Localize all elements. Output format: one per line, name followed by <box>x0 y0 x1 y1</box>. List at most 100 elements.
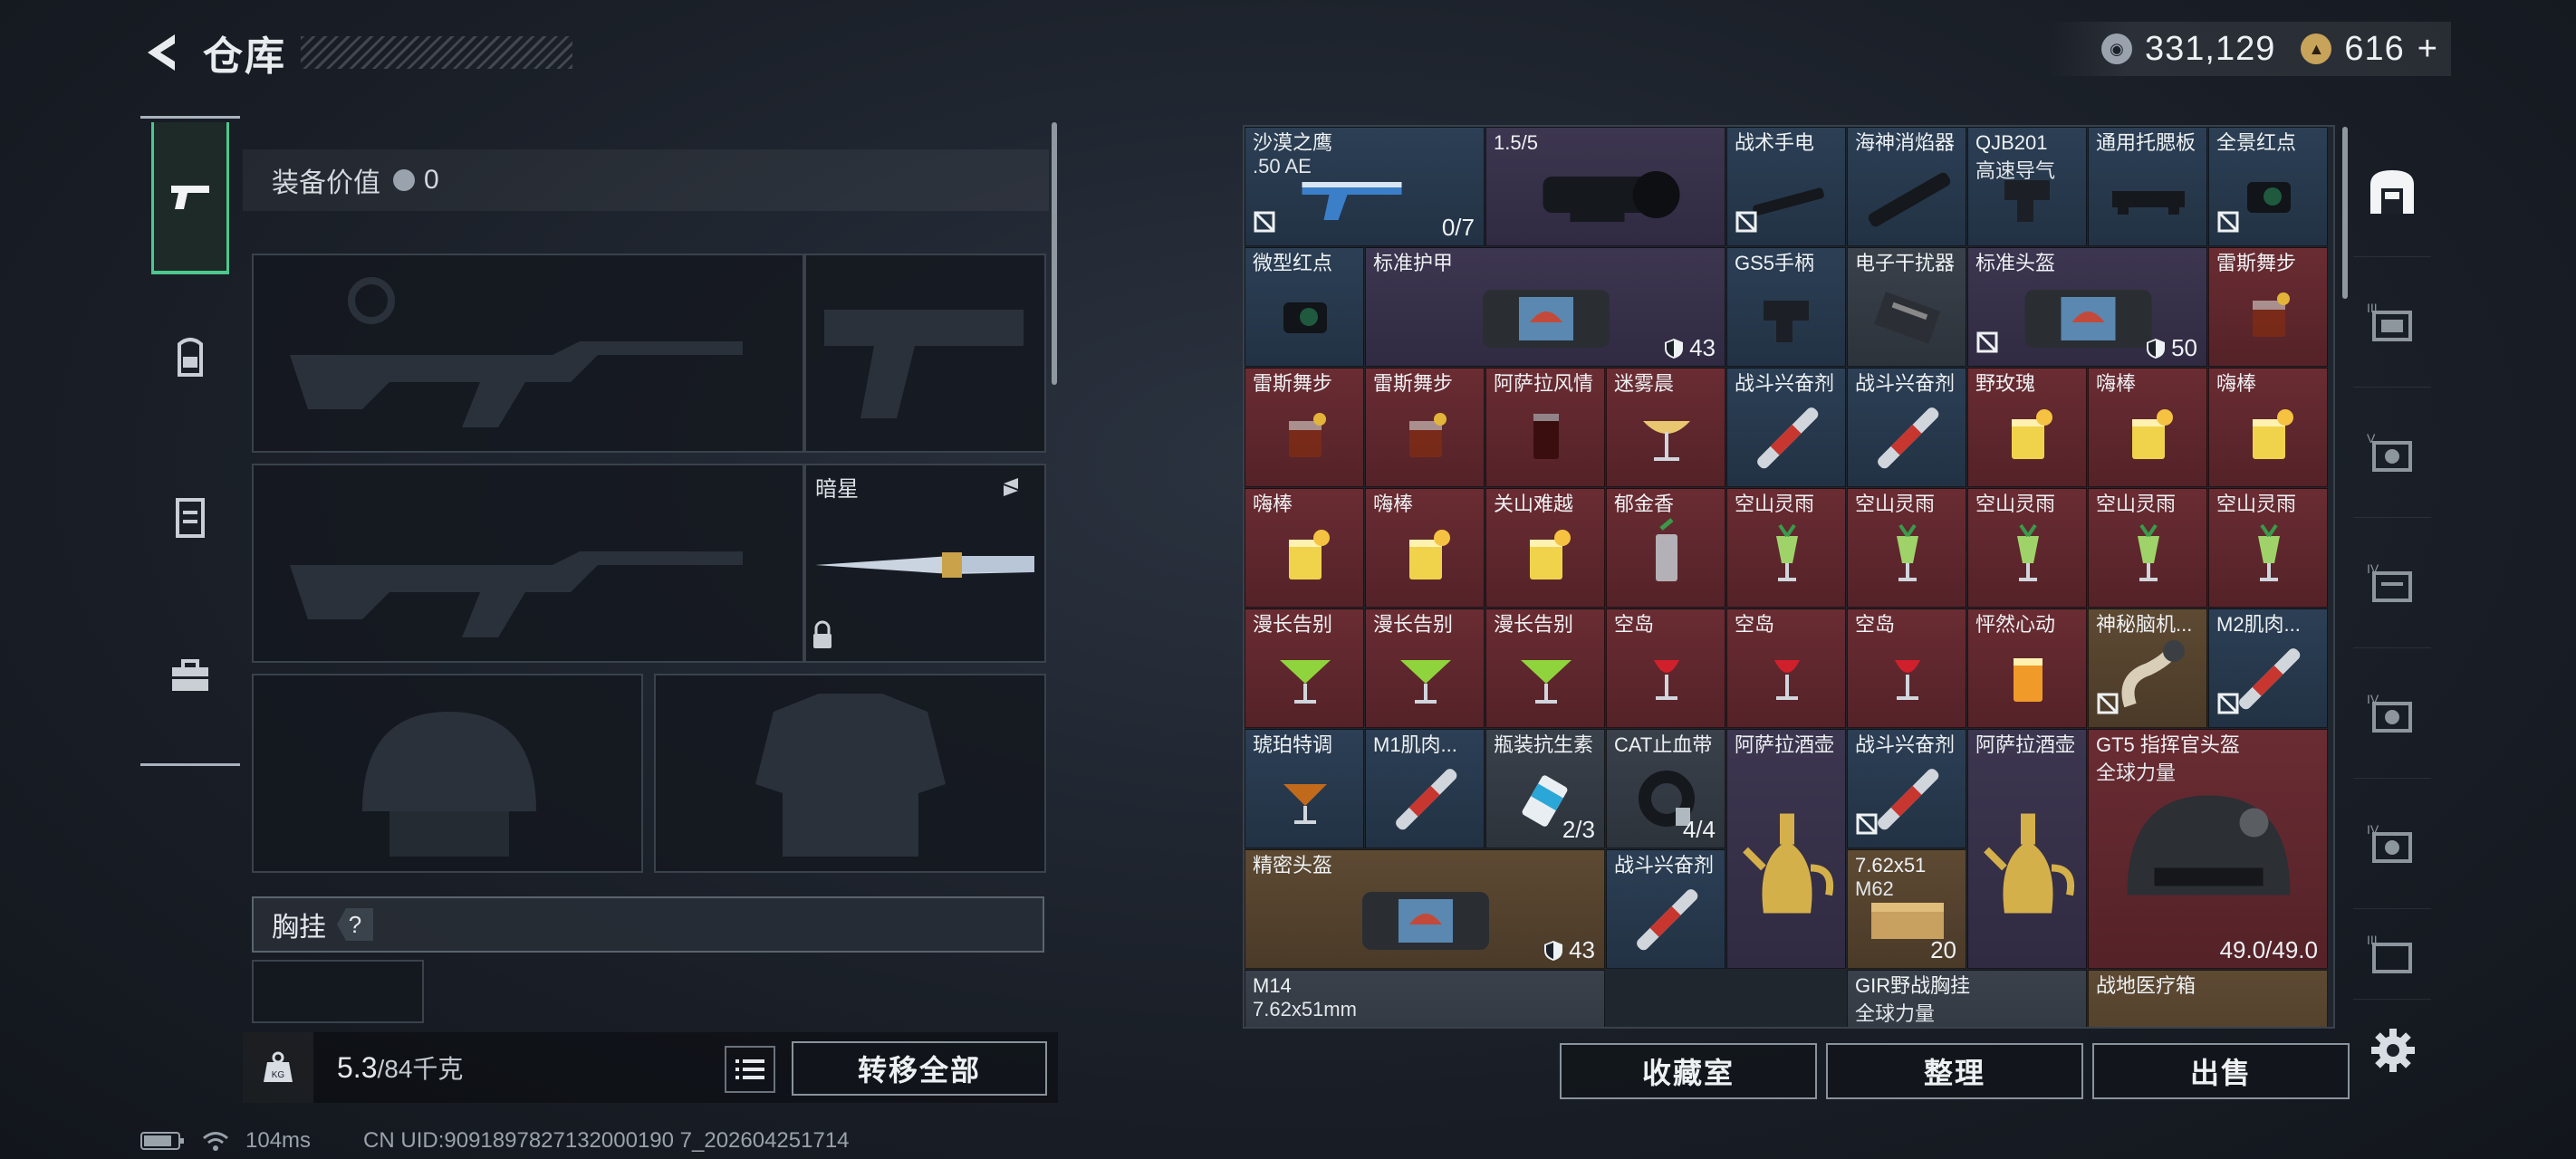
inventory-item[interactable]: 空山灵雨 <box>1726 488 1846 608</box>
storage-tab-5[interactable]: V <box>2353 388 2431 518</box>
inventory-item[interactable]: 空山灵雨 <box>2088 488 2207 608</box>
inventory-item[interactable]: 阿萨拉酒壶 <box>1967 729 2087 969</box>
settings-button[interactable] <box>2368 1025 2418 1076</box>
inventory-item[interactable]: 空山灵雨 <box>2208 488 2328 608</box>
inventory-item[interactable]: M1肌肉... <box>1365 729 1485 848</box>
item-armor: 43 <box>1543 936 1595 964</box>
item-subtitle: 全球力量 <box>1855 1002 1936 1025</box>
chest-rig-header[interactable]: 胸挂 ? <box>252 896 1044 953</box>
inventory-item[interactable]: 1.5/5 <box>1485 127 1725 246</box>
armor-value: 43 <box>1689 334 1716 361</box>
inventory-item[interactable]: GT5 指挥官头盔 全球力量 49.0/49.0 <box>2088 729 2328 969</box>
inventory-item[interactable]: 沙漠之鹰 .50 AE 0/7 <box>1245 127 1485 246</box>
inventory-item[interactable]: 微型红点 <box>1245 247 1364 367</box>
item-name: 空岛 <box>1735 613 1775 636</box>
chest-rig-label: 胸挂 <box>272 913 326 943</box>
item-name: 瓶装抗生素 <box>1494 733 1594 756</box>
storage-tab-4b[interactable]: IV <box>2353 648 2431 779</box>
inventory-item[interactable]: 关山难越 <box>1485 488 1605 608</box>
item-name: 标准护甲 <box>1373 252 1454 274</box>
storage-tab-4a[interactable]: IV <box>2353 518 2431 648</box>
inventory-item[interactable]: 战斗兴奋剂 <box>1606 849 1725 969</box>
inventory-item[interactable]: 通用托腮板 <box>2088 127 2207 246</box>
equipment-scrollbar[interactable] <box>1052 122 1057 385</box>
inventory-item[interactable]: 雷斯舞步 <box>1365 368 1485 487</box>
item-name: 战斗兴奋剂 <box>1614 854 1715 876</box>
inventory-item[interactable]: 海神消焰器 <box>1847 127 1966 246</box>
inventory-item[interactable]: 全景红点 <box>2208 127 2328 246</box>
category-backpack[interactable] <box>140 278 240 437</box>
inventory-item[interactable]: M14 7.62x51mm <box>1245 970 1605 1027</box>
inventory-item[interactable]: 战斗兴奋剂 <box>1847 729 1966 848</box>
inventory-item[interactable]: 怦然心动 <box>1967 608 2087 728</box>
inventory-item[interactable]: CAT止血带 4/4 <box>1606 729 1725 848</box>
category-weapons[interactable] <box>140 119 240 278</box>
chest-rig-slot[interactable] <box>252 960 424 1023</box>
inventory-item[interactable]: GS5手柄 <box>1726 247 1846 367</box>
inventory-item[interactable]: 标准头盔 50 <box>1967 247 2207 367</box>
help-badge[interactable]: ? <box>337 908 373 941</box>
inventory-item[interactable]: 神秘脑机... <box>2088 608 2207 728</box>
inventory-item[interactable]: 嗨棒 <box>1365 488 1485 608</box>
inventory-item[interactable]: 嗨棒 <box>2208 368 2328 487</box>
item-name: 怦然心动 <box>1975 613 2056 636</box>
premium-add-button[interactable]: + <box>2417 30 2438 69</box>
inventory-item[interactable]: 空岛 <box>1726 608 1846 728</box>
inventory-item[interactable]: QJB201 高速导气 <box>1967 127 2087 246</box>
armor-slot[interactable] <box>654 674 1046 873</box>
storage-tab-3a[interactable]: III <box>2353 257 2431 388</box>
sell-button[interactable]: 出售 <box>2092 1043 2350 1099</box>
helmet-slot[interactable] <box>252 674 643 873</box>
wifi-icon <box>203 1132 228 1151</box>
inventory-scrollbar[interactable] <box>2342 127 2348 299</box>
item-name: GIR野战胸挂 <box>1855 974 1971 997</box>
inventory-item[interactable]: 阿萨拉风情 <box>1485 368 1605 487</box>
inventory-item[interactable]: 郁金香 <box>1606 488 1725 608</box>
inventory-item[interactable]: 阿萨拉酒壶 <box>1726 729 1846 969</box>
inventory-item[interactable]: 标准护甲 43 <box>1365 247 1725 367</box>
inventory-item[interactable]: 电子干扰器 <box>1847 247 1966 367</box>
inventory-item[interactable]: 7.62x51 M62 20 <box>1847 849 1966 969</box>
inventory-item[interactable]: 雷斯舞步 <box>2208 247 2328 367</box>
inventory-item[interactable]: 琥珀特调 <box>1245 729 1364 848</box>
inventory-item[interactable]: 战术手电 <box>1726 127 1846 246</box>
storage-tab-3b[interactable]: III <box>2353 909 2431 1000</box>
inventory-item[interactable]: 空山灵雨 <box>1967 488 2087 608</box>
item-name: 标准头盔 <box>1975 252 2056 274</box>
inventory-item[interactable]: GIR野战胸挂 全球力量 <box>1847 970 2087 1027</box>
inventory-item[interactable]: 空岛 <box>1847 608 1966 728</box>
inventory-item[interactable]: 漫长告别 <box>1365 608 1485 728</box>
melee-slot[interactable]: 暗星 <box>804 464 1046 663</box>
battery-icon <box>140 1132 184 1150</box>
back-button[interactable] <box>136 25 190 80</box>
inventory-item[interactable]: 空山灵雨 <box>1847 488 1966 608</box>
inventory-item[interactable]: 雷斯舞步 <box>1245 368 1364 487</box>
item-name: M1肌肉... <box>1373 733 1457 756</box>
inventory-item[interactable]: M2肌肉... <box>2208 608 2328 728</box>
inventory-item[interactable]: 漫长告别 <box>1245 608 1364 728</box>
inventory-item[interactable]: 嗨棒 <box>2088 368 2207 487</box>
category-case[interactable] <box>140 597 240 756</box>
inventory-item[interactable]: 精密头盔 43 <box>1245 849 1605 969</box>
secondary-weapon-slot[interactable] <box>252 464 804 663</box>
inventory-item[interactable]: 野玫瑰 <box>1967 368 2087 487</box>
storage-tab-main[interactable] <box>2353 127 2431 257</box>
inventory-item[interactable]: 漫长告别 <box>1485 608 1605 728</box>
inventory-item[interactable]: 空岛 <box>1606 608 1725 728</box>
primary-weapon-slot[interactable] <box>252 254 804 453</box>
inventory-item[interactable]: 嗨棒 <box>1245 488 1364 608</box>
inventory-item[interactable]: 战斗兴奋剂 <box>1847 368 1966 487</box>
item-name: 阿萨拉酒壶 <box>1975 733 2076 756</box>
inventory-item[interactable]: 瓶装抗生素 2/3 <box>1485 729 1605 848</box>
collection-room-button[interactable]: 收藏室 <box>1560 1043 1817 1099</box>
pistol-slot[interactable] <box>804 254 1046 453</box>
storage-tab-4c[interactable]: IV <box>2353 779 2431 909</box>
list-view-button[interactable] <box>725 1046 775 1093</box>
category-vest[interactable] <box>140 437 240 597</box>
pistol-silhouette-icon <box>824 310 1024 418</box>
inventory-item[interactable]: 战斗兴奋剂 <box>1726 368 1846 487</box>
sort-button[interactable]: 整理 <box>1826 1043 2083 1099</box>
transfer-all-button[interactable]: 转移全部 <box>792 1041 1047 1096</box>
inventory-item[interactable]: 迷雾晨 <box>1606 368 1725 487</box>
inventory-item[interactable]: 战地医疗箱 <box>2088 970 2328 1027</box>
